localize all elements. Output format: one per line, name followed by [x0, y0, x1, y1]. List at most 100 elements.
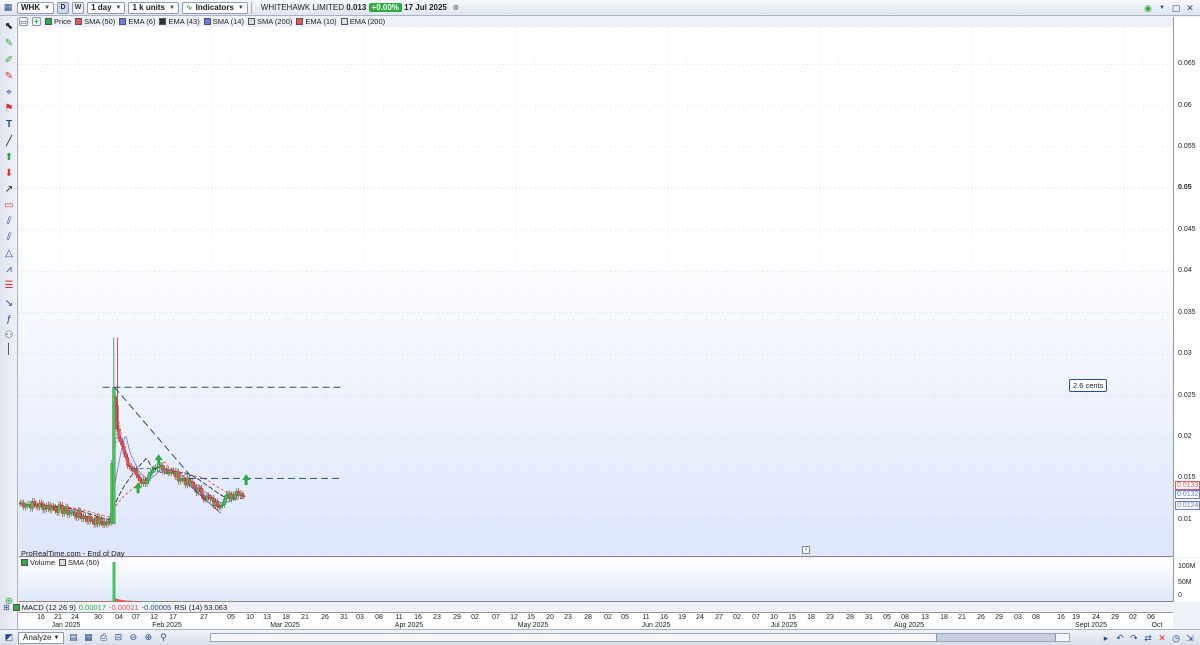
arrow-up-icon[interactable]: ⬆ [3, 151, 15, 163]
close-icon[interactable]: ⊗ [450, 2, 462, 14]
save-icon[interactable]: ▦ [82, 632, 94, 644]
legend-item[interactable]: SMA (200) [247, 17, 292, 26]
scroll-right-icon[interactable]: ▸ [1100, 632, 1112, 644]
function-tool-icon[interactable]: ƒ [3, 313, 15, 325]
rectangle-tool-icon[interactable]: ▭ [3, 199, 15, 211]
channel-tool-icon[interactable]: ⫽ [3, 215, 15, 227]
candle-body [233, 494, 237, 498]
triangle-tool-icon[interactable]: △ [3, 247, 15, 259]
legend-item[interactable]: SMA (14) [203, 17, 244, 26]
ruler-icon[interactable]: ✐ [3, 54, 15, 66]
zoom-in-icon[interactable]: ⊕ [142, 632, 154, 644]
macd-value-3: -0.00005 [141, 602, 172, 612]
period-daily-button[interactable]: D [57, 1, 70, 14]
levels-tool-icon[interactable]: ☰ [3, 279, 15, 291]
candle-body [150, 469, 154, 473]
arrow-diagonal-icon[interactable]: ↗ [3, 183, 15, 195]
candle-body [120, 441, 124, 447]
price-axis[interactable]: 0.065 0.06 0.055 0.05 0.045 0.04 0.035 0.03 0.02… [1173, 17, 1200, 557]
volume-axis-label: 0 [1178, 592, 1182, 599]
legend-item[interactable]: SMA (50) [75, 17, 115, 26]
date-axis-day-label: 24 [71, 614, 79, 621]
menu-grid-icon[interactable]: ▦ [2, 2, 14, 14]
compare-icon[interactable]: ⇄ [1142, 632, 1154, 644]
legend-item[interactable]: MACD (12 26 9) [12, 603, 76, 612]
units-selector[interactable]: 1 k units ▼ [128, 1, 179, 14]
date-axis-day-label: 31 [340, 614, 348, 621]
text-tool-icon[interactable]: T [3, 118, 15, 130]
date-axis-day-label: 20 [546, 614, 554, 621]
indicators-button[interactable]: ∿ Indicators ▼ [181, 1, 248, 14]
layout-icon[interactable]: ⊟ [112, 632, 124, 644]
expand-panel-icon[interactable]: ⇲ [1184, 632, 1196, 644]
price-chart[interactable] [18, 27, 1173, 557]
close-chart-icon[interactable]: ✕ [1156, 632, 1168, 644]
legend-item[interactable]: Volume [21, 558, 55, 567]
date-axis-month-label: Jul 2025 [770, 622, 798, 629]
annotation-label[interactable]: 2.6 cents [1069, 379, 1108, 392]
volume-chart[interactable] [19, 558, 1173, 602]
legend-item[interactable]: EMA (10) [296, 17, 337, 26]
candle-body [149, 472, 153, 475]
ray-tool-icon[interactable]: ↘ [3, 297, 15, 309]
settings-icon[interactable]: ◉ [1142, 2, 1154, 14]
date-axis-day-label: 17 [169, 614, 177, 621]
window-icon[interactable]: ▢ [1170, 2, 1182, 14]
date-axis[interactable]: 16 21 24 30 04 07 12 17 27 05 10 13 18 21 26 31 03 08 11 16… [19, 612, 1173, 630]
price-chart-area[interactable]: 2.6 cents i [18, 27, 1173, 557]
interval-selector[interactable]: 1 day ▼ [87, 1, 126, 14]
legend-swatch [203, 18, 211, 25]
chevron-down-icon: ▼ [115, 4, 122, 11]
price-axis-label: 0.02 [1178, 432, 1192, 440]
expand-icon[interactable]: ⊞ [3, 603, 10, 612]
zoom-out-icon[interactable]: ⊖ [127, 632, 139, 644]
node-tool-icon[interactable]: ⚇ [3, 329, 15, 341]
scrollbar-thumb[interactable] [936, 634, 1056, 641]
legend-swatch [340, 18, 348, 25]
volume-panel[interactable] [19, 558, 1173, 602]
legend-item[interactable]: Price [45, 17, 71, 26]
candle-body [62, 510, 66, 514]
line-tool-icon[interactable]: ╱ [3, 135, 15, 147]
undo-icon[interactable]: ↶ [1114, 632, 1126, 644]
info-icon[interactable]: i [802, 546, 810, 554]
period-weekly-button[interactable]: W [72, 1, 85, 14]
date-axis-day-label: 02 [604, 614, 612, 621]
candle-body [89, 516, 93, 521]
fibonacci-tool-icon[interactable]: ⫽ [3, 231, 15, 243]
pointer-icon[interactable]: ⌖ [3, 86, 15, 98]
collapse-icon[interactable]: ▭ [19, 17, 28, 26]
search-icon[interactable]: ⚲ [157, 632, 169, 644]
analyze-button[interactable]: Analyze ▼ [18, 631, 65, 644]
legend-swatch [21, 559, 28, 566]
indicators-icon: ∿ [185, 3, 193, 12]
history-scrollbar[interactable] [210, 633, 1070, 642]
redo-icon[interactable]: ↷ [1128, 632, 1140, 644]
candle-body [99, 518, 103, 523]
minimize-icon[interactable]: ◩ [3, 632, 15, 644]
trend-tool-icon[interactable]: ⩘ [3, 263, 15, 275]
clock-icon[interactable]: ◷ [1170, 632, 1182, 644]
table-icon[interactable]: ▤ [67, 632, 79, 644]
vertical-line-icon[interactable]: │ [3, 343, 15, 355]
pencil-icon[interactable]: ✎ [3, 37, 15, 49]
cursor-icon[interactable]: ⬉ [3, 20, 15, 32]
legend-item[interactable]: EMA (6) [119, 17, 155, 26]
candle-body [193, 485, 197, 489]
legend-item[interactable]: EMA (43) [159, 17, 200, 26]
legend-item[interactable]: SMA (50) [59, 558, 99, 567]
close-window-icon[interactable]: ✕ [1184, 2, 1196, 14]
date-axis-day-label: 08 [1032, 614, 1040, 621]
print-icon[interactable]: ⎙ [97, 632, 109, 644]
legend-item[interactable]: RSI (14) 53.063 [174, 603, 227, 612]
legend-item[interactable]: EMA (200) [340, 17, 385, 26]
candle-body [138, 477, 142, 482]
quote-date: 17 Jul 2025 [404, 3, 447, 12]
chevron-down-icon[interactable]: ▼ [1156, 2, 1168, 14]
arrow-down-icon[interactable]: ⬇ [3, 167, 15, 179]
candle-body [32, 501, 36, 505]
symbol-selector[interactable]: WHK ▼ [17, 1, 55, 14]
highlight-icon[interactable]: ✎ [3, 70, 15, 82]
pattern-icon[interactable]: ⚑ [3, 102, 15, 114]
add-icon[interactable]: + [32, 17, 41, 26]
